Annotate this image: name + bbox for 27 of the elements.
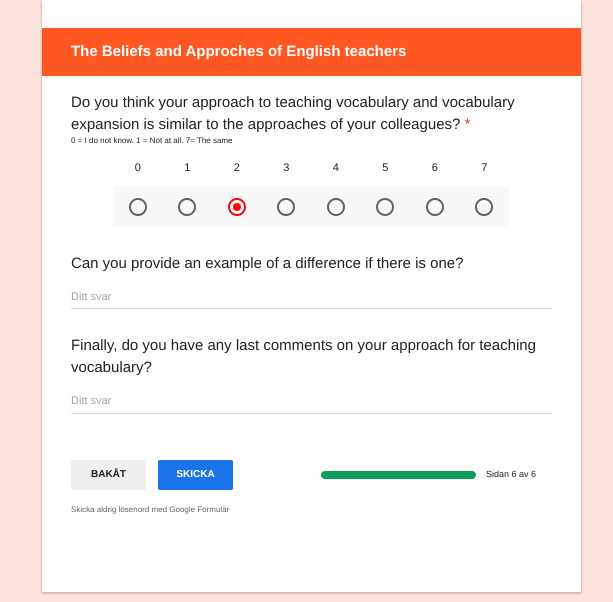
radio-button[interactable] [277,198,296,216]
radio-button[interactable] [128,198,147,216]
scale-label: 0 [134,161,142,176]
radio-button[interactable] [376,198,394,216]
scale-label: 7 [480,161,488,176]
answer-field[interactable]: Ditt svar [71,393,552,414]
scale-label: 6 [430,161,439,176]
footer-note: Skicka aldrig lösenord med Google Formulär [71,504,230,516]
question-text: Do you think your approach to teaching vocabulary and vocabulary expansion is similar to the approaches of your colleagues? * [71,93,516,135]
scale-label: 2 [232,161,241,176]
radio-button[interactable] [475,198,494,216]
radio-button[interactable] [426,198,444,216]
submit-button[interactable]: SKICKA [158,460,233,490]
question-text: Finally, do you have any last comments on your approach for teaching vocabulary? [71,336,537,378]
page-indicator: Sidan 6 av 6 [486,468,536,481]
section-title: The Beliefs and Approches of English teachers [71,42,406,62]
scale-hint: 0 = I do not know. 1 = Not at all. 7= The same [71,136,234,146]
question-text: Can you provide an example of a difference if there is one? [71,254,464,274]
radio-button[interactable] [178,198,196,216]
answer-field[interactable]: Ditt svar [71,288,552,309]
scale-label: 4 [332,161,340,176]
back-button[interactable]: BAKÅT [71,460,146,490]
radio-button[interactable] [326,198,345,216]
scale-label: 3 [282,161,290,176]
scale-label: 5 [381,161,390,176]
radio-button[interactable] [228,198,246,216]
scale-label: 1 [183,161,192,176]
